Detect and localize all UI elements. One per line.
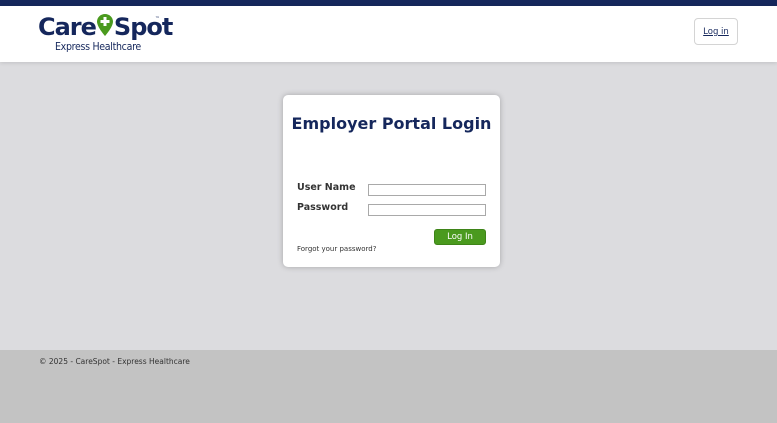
site-footer: © 2025 - CareSpot - Express Healthcare bbox=[0, 350, 777, 423]
username-input[interactable] bbox=[368, 184, 486, 196]
site-header: Care Spot ™ Express Healthcare Log in bbox=[0, 6, 777, 62]
logo-name-part1: Care bbox=[38, 13, 97, 41]
login-card: Employer Portal Login User Name Password… bbox=[283, 95, 500, 267]
footer-copyright: © 2025 - CareSpot - Express Healthcare bbox=[39, 357, 190, 366]
forgot-password-link[interactable]: Forgot your password? bbox=[297, 245, 376, 253]
trademark-symbol: ™ bbox=[155, 16, 160, 22]
login-submit-button[interactable]: Log In bbox=[434, 229, 486, 245]
logo-wordmark: Care Spot bbox=[38, 13, 173, 41]
header-login-button[interactable]: Log in bbox=[694, 18, 738, 45]
carespot-logo[interactable]: Care Spot ™ Express Healthcare bbox=[38, 13, 173, 57]
password-label: Password bbox=[297, 202, 349, 213]
password-input[interactable] bbox=[368, 204, 486, 216]
username-label: User Name bbox=[297, 182, 356, 193]
login-title: Employer Portal Login bbox=[291, 114, 492, 133]
logo-name-part2: Spot bbox=[113, 13, 173, 41]
logo-tagline: Express Healthcare bbox=[55, 41, 141, 53]
location-pin-plus-icon bbox=[96, 13, 113, 36]
